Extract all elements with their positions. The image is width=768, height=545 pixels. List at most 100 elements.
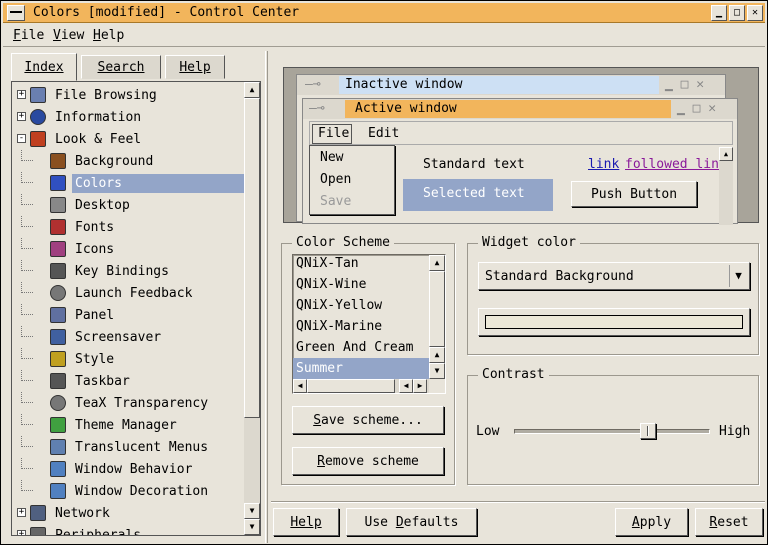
title-bar[interactable]: Colors [modified] - Control Center ▁ □ ✕ xyxy=(3,3,765,23)
tree-item-window-behavior[interactable]: Window Behavior xyxy=(12,458,244,480)
tree-item-translucent-menus[interactable]: Translucent Menus xyxy=(12,436,244,458)
use-defaults-button[interactable]: Use Defaults xyxy=(346,508,477,536)
scheme-list-vscroll[interactable]: ▲ ▲ ▼ xyxy=(429,255,445,379)
tree-item-information[interactable]: + Information xyxy=(12,106,244,128)
tree-item-theme-manager[interactable]: Theme Manager xyxy=(12,414,244,436)
scroll-down-button-2[interactable]: ▼ xyxy=(244,519,260,535)
scheme-scroll-down-button-2[interactable]: ▼ xyxy=(429,363,445,379)
tree-connector xyxy=(21,150,33,161)
menu-help[interactable]: Help xyxy=(93,28,124,43)
preview-followed-link: followed link xyxy=(625,157,719,172)
window-icon xyxy=(50,483,66,499)
scheme-item[interactable]: QNiX-Wine xyxy=(293,274,429,295)
contrast-slider-track[interactable] xyxy=(514,429,710,434)
tree-item-window-decoration[interactable]: Window Decoration xyxy=(12,480,244,502)
tree-item-desktop[interactable]: Desktop xyxy=(12,194,244,216)
apply-button[interactable]: Apply xyxy=(615,508,688,536)
gear-icon xyxy=(50,285,66,301)
widget-color-select[interactable]: Standard Background ▼ xyxy=(478,262,750,290)
scroll-down-button[interactable]: ▼ xyxy=(244,503,260,519)
tab-search[interactable]: Search xyxy=(81,55,161,79)
scheme-scroll-down-button[interactable]: ▲ xyxy=(429,347,445,363)
menu-view[interactable]: View xyxy=(53,28,84,43)
panel-icon xyxy=(50,307,66,323)
tree-item-label: Taskbar xyxy=(75,373,130,389)
tree-item-label: TeaX Transparency xyxy=(75,395,209,411)
tree-connector xyxy=(21,326,33,337)
tree-item-peripherals[interactable]: + Peripherals xyxy=(12,524,244,535)
tree-connector xyxy=(21,282,33,293)
tab-help-label: Help xyxy=(179,59,211,75)
tree-connector xyxy=(21,260,33,271)
inactive-buttons-icon: ▁ □ ✕ xyxy=(665,77,705,92)
maximize-icon: □ xyxy=(733,7,741,18)
menu-file[interactable]: File xyxy=(13,28,44,43)
preview-selected-text: Selected text xyxy=(423,186,525,201)
tree-item-screensaver[interactable]: Screensaver xyxy=(12,326,244,348)
tree-item-label: File Browsing xyxy=(55,87,157,103)
tree-item-colors[interactable]: Colors xyxy=(12,172,244,194)
scheme-scroll-right-button[interactable]: ▶ xyxy=(413,379,427,393)
scheme-item[interactable]: QNiX-Tan xyxy=(293,255,429,274)
scheme-list-hscroll[interactable]: ◀ ◀ ▶ xyxy=(293,379,429,393)
tree-item-launch-feedback[interactable]: Launch Feedback xyxy=(12,282,244,304)
scheme-scroll-up-button[interactable]: ▲ xyxy=(429,255,445,271)
scheme-item[interactable]: QNiX-Marine xyxy=(293,316,429,337)
tree-item-label: Key Bindings xyxy=(75,263,169,279)
tree-item-teax-transparency[interactable]: TeaX Transparency xyxy=(12,392,244,414)
style-icon xyxy=(50,351,66,367)
expand-icon[interactable]: + xyxy=(17,112,26,121)
background-icon xyxy=(50,153,66,169)
gift-icon xyxy=(50,417,66,433)
tree-item-label: Fonts xyxy=(75,219,115,235)
menu-bar: File View Help xyxy=(3,25,765,47)
tree-item-key-bindings[interactable]: Key Bindings xyxy=(12,260,244,282)
preview-scroll-up-icon: ▲ xyxy=(719,147,733,161)
tree-item-label: Screensaver xyxy=(75,329,162,345)
remove-scheme-button[interactable]: Remove scheme xyxy=(292,447,444,475)
tree-scrollbar[interactable]: ▲ ▼ ▼ xyxy=(244,82,260,535)
color-preview[interactable]: —⊸ Inactive window ▁ □ ✕ —⊸ Active windo… xyxy=(283,67,759,225)
help-button[interactable]: Help xyxy=(273,508,339,536)
module-tree[interactable]: + Peripherals + Network Window Decoration Win… xyxy=(11,81,261,536)
scheme-scroll-thumb[interactable] xyxy=(429,271,445,347)
scheme-item[interactable]: QNiX-Yellow xyxy=(293,295,429,316)
tree-connector xyxy=(21,458,33,469)
expand-icon[interactable]: + xyxy=(17,530,26,535)
taskbar-icon xyxy=(50,373,66,389)
tree-item-look-feel[interactable]: - Look & Feel xyxy=(12,128,244,150)
scheme-item[interactable]: Green And Cream xyxy=(293,337,429,358)
expand-icon[interactable]: + xyxy=(17,90,26,99)
scheme-hscroll-thumb[interactable] xyxy=(307,379,395,393)
save-scheme-button[interactable]: Save scheme... xyxy=(292,406,444,434)
widget-color-button[interactable] xyxy=(478,308,750,336)
tree-item-panel[interactable]: Panel xyxy=(12,304,244,326)
collapse-icon[interactable]: - xyxy=(17,134,26,143)
reset-button[interactable]: Reset xyxy=(695,508,763,536)
scheme-item[interactable]: Summer xyxy=(293,358,429,379)
contrast-slider-handle[interactable] xyxy=(640,423,656,439)
tree-item-background[interactable]: Background xyxy=(12,150,244,172)
scheme-list[interactable]: QNiX-Tan QNiX-Wine QNiX-Yellow QNiX-Marine G… xyxy=(292,254,446,394)
tree-item-taskbar[interactable]: Taskbar xyxy=(12,370,244,392)
window-menu-button[interactable] xyxy=(7,5,25,21)
minimize-button[interactable]: ▁ xyxy=(711,5,727,21)
tree-item-icons[interactable]: Icons xyxy=(12,238,244,260)
expand-icon[interactable]: + xyxy=(17,508,26,517)
tree-item-network[interactable]: + Network xyxy=(12,502,244,524)
preview-standard-text: Standard text xyxy=(423,157,525,172)
folder-icon xyxy=(30,87,46,103)
tree-scroll-thumb[interactable] xyxy=(244,98,260,418)
tree-item-style[interactable]: Style xyxy=(12,348,244,370)
tab-index[interactable]: Index xyxy=(11,53,77,81)
tab-help[interactable]: Help xyxy=(165,55,225,79)
scheme-scroll-left-button[interactable]: ◀ xyxy=(293,379,307,393)
close-button[interactable]: ✕ xyxy=(747,5,763,21)
preview-popup-new: New xyxy=(320,150,344,165)
splitter[interactable] xyxy=(265,51,268,543)
scheme-scroll-right-left-button[interactable]: ◀ xyxy=(399,379,413,393)
tree-item-file-browsing[interactable]: + File Browsing xyxy=(12,84,244,106)
maximize-button[interactable]: □ xyxy=(729,5,745,21)
scroll-up-button[interactable]: ▲ xyxy=(244,82,260,98)
tree-item-fonts[interactable]: Fonts xyxy=(12,216,244,238)
